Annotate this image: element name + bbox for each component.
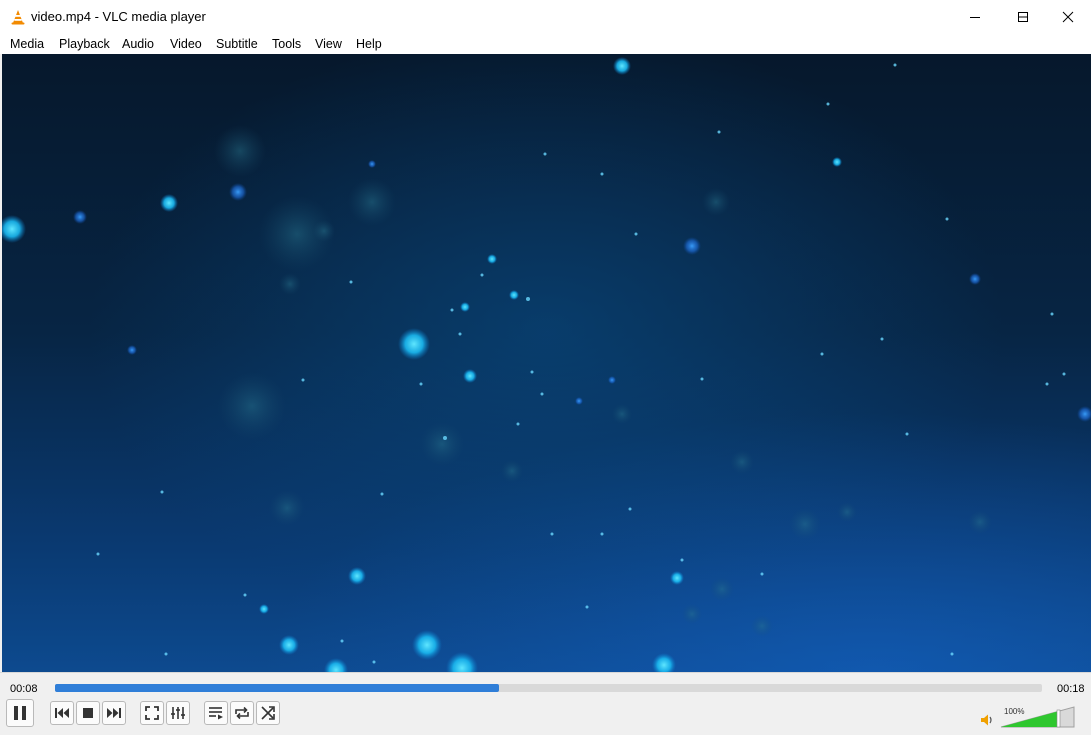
bokeh-blue	[73, 160, 1091, 422]
next-icon	[107, 708, 121, 718]
menu-view[interactable]: View	[315, 37, 342, 51]
menu-media[interactable]: Media	[10, 37, 44, 51]
shuffle-button[interactable]	[256, 701, 280, 725]
close-icon	[1062, 11, 1074, 23]
loop-button[interactable]	[230, 701, 254, 725]
menu-video[interactable]: Video	[170, 37, 202, 51]
pause-icon	[14, 706, 26, 720]
fullscreen-icon	[145, 706, 159, 720]
title-bar: video.mp4 - VLC media player	[0, 0, 1091, 34]
playlist-icon	[209, 707, 223, 720]
menu-help[interactable]: Help	[356, 37, 382, 51]
vlc-window: video.mp4 - VLC media player Media Playb…	[0, 0, 1091, 735]
maximize-icon	[1018, 12, 1028, 22]
menu-tools[interactable]: Tools	[272, 37, 301, 51]
playlist-button[interactable]	[204, 701, 228, 725]
stop-icon	[83, 708, 93, 718]
close-window-button[interactable]	[1045, 0, 1091, 34]
previous-button[interactable]	[50, 701, 74, 725]
next-button[interactable]	[102, 701, 126, 725]
menu-subtitle[interactable]: Subtitle	[216, 37, 258, 51]
minimize-icon	[970, 17, 980, 18]
window-title: video.mp4 - VLC media player	[31, 9, 206, 24]
previous-icon	[55, 708, 69, 718]
shuffle-icon	[261, 706, 275, 720]
seek-progress	[55, 684, 500, 692]
extended-settings-icon	[171, 707, 185, 719]
video-frame	[2, 57, 1091, 672]
control-bar: 00:08 00:18 100%	[0, 672, 1091, 735]
speaker-icon[interactable]	[980, 713, 994, 727]
elapsed-time: 00:08	[10, 683, 38, 695]
menu-bar: Media Playback Audio Video Subtitle Tool…	[0, 34, 1091, 54]
volume-slider[interactable]	[1000, 706, 1075, 728]
fullscreen-button[interactable]	[140, 701, 164, 725]
vlc-cone-icon	[11, 10, 25, 25]
extended-settings-button[interactable]	[166, 701, 190, 725]
menu-audio[interactable]: Audio	[122, 37, 154, 51]
minimize-window-button[interactable]	[952, 0, 998, 34]
maximize-window-button[interactable]	[1000, 0, 1046, 34]
loop-icon	[235, 706, 249, 720]
seek-slider[interactable]	[55, 684, 1042, 692]
pause-button[interactable]	[6, 699, 34, 727]
bokeh-soft	[214, 125, 992, 637]
total-time: 00:18	[1057, 683, 1085, 695]
menu-playback[interactable]: Playback	[59, 37, 110, 51]
video-area[interactable]	[2, 54, 1091, 672]
stop-button[interactable]	[76, 701, 100, 725]
